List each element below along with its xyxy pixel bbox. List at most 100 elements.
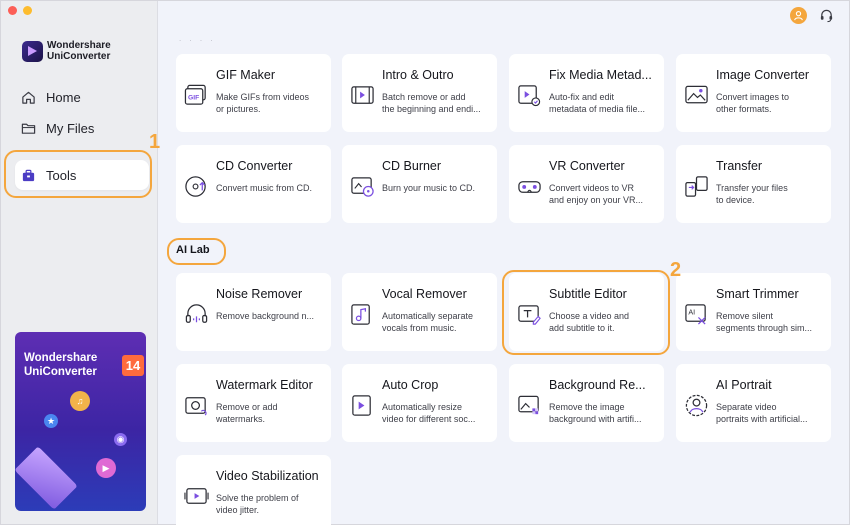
- tool-card-intro-outro[interactable]: Intro & Outro Batch remove or add the beg…: [342, 54, 497, 132]
- tool-title: CD Burner: [382, 159, 442, 173]
- tool-title: VR Converter: [549, 159, 625, 173]
- tool-description: Automatically resize video for different …: [382, 402, 476, 424]
- window-controls: [8, 6, 32, 15]
- tool-card-image-converter[interactable]: Image Converter Convert images to other f…: [676, 54, 831, 132]
- crop-icon: [352, 395, 371, 416]
- sidebar-item-label: Home: [46, 89, 81, 105]
- tool-description: Remove the image background with artifi..…: [549, 402, 642, 424]
- tool-title: Transfer: [716, 159, 763, 173]
- svg-text:GIF: GIF: [188, 94, 199, 101]
- section-heading-faded: . . . .: [179, 34, 216, 43]
- uniconverter-logo-icon: [22, 40, 43, 62]
- cd-icon: [185, 176, 206, 197]
- tool-card-smart-trimmer[interactable]: AI Smart Trimmer Remove silent segments t…: [676, 273, 831, 351]
- tool-description: Auto-fix and edit metadata of media file.…: [549, 92, 646, 114]
- gif-icon: GIF: [184, 84, 206, 105]
- tool-title: Smart Trimmer: [716, 287, 799, 301]
- tool-title: AI Portrait: [716, 378, 772, 392]
- tool-description: Transfer your files to device.: [716, 183, 788, 205]
- promo-platform-illustration: [15, 446, 78, 510]
- tool-description: Make GIFs from videos or pictures.: [216, 92, 310, 114]
- svg-text:AI: AI: [688, 308, 695, 317]
- step-marker-1: 1: [149, 131, 161, 153]
- version-badge: 14: [122, 355, 144, 376]
- promo-line-2: UniConverter: [24, 366, 97, 378]
- tool-description: Separate video portraits with artificial.…: [716, 402, 808, 424]
- tool-card-watermark-editor[interactable]: Watermark Editor Remove or add watermarks…: [176, 364, 331, 442]
- music-bubble-icon: ♫: [70, 391, 90, 411]
- tool-description: Batch remove or add the beginning and end…: [382, 92, 481, 114]
- metadata-icon: [518, 85, 541, 107]
- tool-description: Convert videos to VR and enjoy on your VR…: [549, 183, 644, 205]
- tool-card-video-stabilization[interactable]: Video Stabilization Solve the problem of…: [176, 455, 331, 525]
- tool-description: Remove or add watermarks.: [216, 402, 278, 424]
- sidebar-item-label: My Files: [46, 120, 95, 136]
- tool-card-ai-portrait[interactable]: AI Portrait Separate video portraits with…: [676, 364, 831, 442]
- intro-outro-icon: [351, 86, 374, 104]
- tool-title: Vocal Remover: [382, 287, 467, 301]
- subtitle-editor-highlight-ring: [502, 270, 670, 355]
- tool-card-gif-maker[interactable]: GIF GIF Maker Make GIFs from videos or pi…: [176, 54, 331, 132]
- tool-title: Fix Media Metad...: [549, 68, 652, 82]
- portrait-icon: [685, 394, 708, 417]
- tool-card-fix-media-metadata[interactable]: Fix Media Metad... Auto-fix and edit meta…: [509, 54, 664, 132]
- sidebar-item-my-files[interactable]: My Files: [15, 113, 149, 143]
- tool-card-vr-converter[interactable]: VR Converter Convert videos to VR and enj…: [509, 145, 664, 223]
- tools-highlight-ring: [4, 150, 152, 198]
- brand-line-2: UniConverter: [47, 51, 111, 62]
- tool-title: Watermark Editor: [216, 378, 313, 392]
- headphones-icon: [185, 304, 208, 323]
- tool-title: Noise Remover: [216, 287, 303, 301]
- tool-card-cd-burner[interactable]: CD Burner Burn your music to CD.: [342, 145, 497, 223]
- tool-description: Automatically separate vocals from music.: [382, 311, 474, 333]
- tool-card-noise-remover[interactable]: Noise Remover Remove background n...: [176, 273, 331, 351]
- close-window-button[interactable]: [8, 6, 17, 15]
- home-icon: [22, 91, 35, 104]
- tool-card-vocal-remover[interactable]: Vocal Remover Automatically separate voca…: [342, 273, 497, 351]
- sidebar-item-home[interactable]: Home: [15, 82, 149, 112]
- tool-description: Burn your music to CD.: [382, 183, 476, 193]
- tool-title: Image Converter: [716, 68, 810, 82]
- tool-description: Remove silent segments through sim...: [716, 311, 813, 333]
- tool-title: Background Re...: [549, 378, 646, 392]
- sidebar: Wondershare UniConverter Home My Files T…: [1, 1, 158, 524]
- brand-line-1: Wondershare: [47, 40, 111, 51]
- stabilize-icon: [184, 488, 209, 504]
- music-note-icon: [351, 304, 370, 325]
- play-bubble-icon: ▶: [96, 458, 116, 478]
- tool-card-auto-crop[interactable]: Auto Crop Automatically resize video for …: [342, 364, 497, 442]
- promo-line-1: Wondershare: [24, 352, 98, 364]
- tool-description: Convert images to other formats.: [716, 92, 790, 114]
- tool-card-transfer[interactable]: Transfer Transfer your files to device.: [676, 145, 831, 223]
- vr-icon: [518, 181, 541, 193]
- watermark-icon: [185, 397, 207, 416]
- image-icon: [685, 85, 708, 104]
- tool-card-background-remover[interactable]: Background Re... Remove the image backgro…: [509, 364, 664, 442]
- minimize-window-button[interactable]: [23, 6, 32, 15]
- cd-burner-icon: [351, 177, 374, 197]
- user-icon: [794, 11, 803, 21]
- tool-title: GIF Maker: [216, 68, 276, 82]
- ai-trim-icon: AI: [685, 304, 706, 325]
- support-button[interactable]: [818, 7, 835, 24]
- tool-card-cd-converter[interactable]: CD Converter Convert music from CD.: [176, 145, 331, 223]
- tool-title: Auto Crop: [382, 378, 439, 392]
- app-logo: Wondershare UniConverter: [22, 40, 111, 62]
- folder-icon: [21, 123, 36, 134]
- tool-description: Remove background n...: [216, 311, 315, 321]
- topbar-icons: [790, 7, 835, 24]
- tool-title: CD Converter: [216, 159, 293, 173]
- account-button[interactable]: [790, 7, 807, 24]
- tool-description: Convert music from CD.: [216, 183, 313, 193]
- disc-bubble-icon: ◉: [114, 433, 127, 446]
- app-window: Wondershare UniConverter Home My Files T…: [0, 0, 850, 525]
- headset-icon: [820, 9, 833, 23]
- tool-title: Intro & Outro: [382, 68, 454, 82]
- transfer-icon: [685, 176, 708, 197]
- tool-title: Video Stabilization: [216, 469, 319, 483]
- background-icon: [518, 395, 539, 415]
- tool-description: Solve the problem of video jitter.: [216, 493, 299, 515]
- ai-lab-highlight-ring: [167, 238, 226, 265]
- promo-banner[interactable]: Wondershare UniConverter 14 ♫ ★ ◉ ▶: [15, 332, 146, 511]
- step-marker-2: 2: [670, 259, 682, 281]
